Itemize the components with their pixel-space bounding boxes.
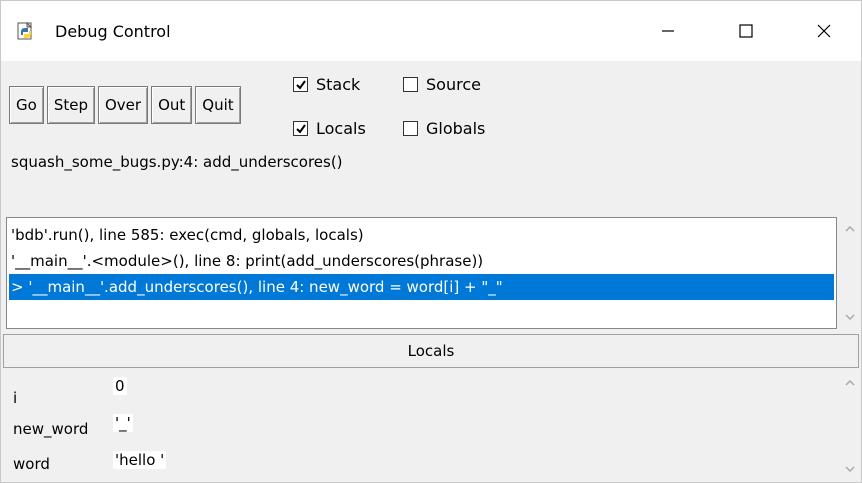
local-variable-name: word <box>13 455 50 473</box>
window-title: Debug Control <box>55 22 171 41</box>
debug-control-window: Debug Control Go Step Over Out Quit Stac… <box>0 0 862 483</box>
locals-scrollbar[interactable] <box>839 369 861 482</box>
local-variable-value: 0 <box>113 377 127 395</box>
go-button[interactable]: Go <box>9 86 44 124</box>
out-button[interactable]: Out <box>151 86 193 124</box>
stack-scrollbar[interactable] <box>839 217 861 329</box>
stack-frame-row[interactable]: 'bdb'.run(), line 585: exec(cmd, globals… <box>9 222 834 248</box>
debug-toolbar: Go Step Over Out Quit Stack Source Local… <box>1 61 861 201</box>
control-buttons: Go Step Over Out Quit <box>9 86 244 124</box>
current-location-status: squash_some_bugs.py:4: add_underscores() <box>11 153 343 171</box>
local-variable-value: 'hello ' <box>113 451 167 469</box>
checkbox-box[interactable] <box>403 120 418 136</box>
globals-checkbox[interactable]: Globals <box>403 119 485 138</box>
checkbox-box[interactable] <box>293 76 308 92</box>
title-bar[interactable]: Debug Control <box>1 1 861 61</box>
quit-button[interactable]: Quit <box>195 86 241 124</box>
source-checkbox[interactable]: Source <box>403 75 481 94</box>
stack-frame-row-selected[interactable]: > '__main__'.add_underscores(), line 4: … <box>9 274 834 300</box>
view-checkboxes: Stack Source Locals Globals <box>293 69 503 157</box>
minimize-button[interactable] <box>637 1 699 61</box>
scroll-up-icon[interactable] <box>844 377 856 389</box>
local-variable-value: '_' <box>113 414 133 432</box>
locals-checkbox[interactable]: Locals <box>293 119 385 138</box>
checkbox-row-1: Stack Source <box>293 69 503 99</box>
step-button[interactable]: Step <box>46 86 95 124</box>
scroll-up-icon[interactable] <box>844 223 856 235</box>
local-variable-name: new_word <box>13 420 89 438</box>
local-variable-name: i <box>13 389 18 407</box>
locals-header: Locals <box>3 334 859 368</box>
checkmark-icon <box>296 79 306 90</box>
checkbox-box[interactable] <box>293 120 308 136</box>
stack-frame-row[interactable]: '__main__'.<module>(), line 8: print(add… <box>9 248 834 274</box>
maximize-button[interactable] <box>715 1 777 61</box>
python-app-icon <box>15 21 37 43</box>
locals-panel: i 0 new_word '_' word 'hello ' <box>3 369 839 482</box>
stack-listbox[interactable]: 'bdb'.run(), line 585: exec(cmd, globals… <box>6 217 837 329</box>
close-icon <box>817 24 831 38</box>
stack-checkbox[interactable]: Stack <box>293 75 385 94</box>
over-button[interactable]: Over <box>97 86 149 124</box>
checkmark-icon <box>296 123 306 134</box>
scroll-down-icon[interactable] <box>844 311 856 323</box>
source-checkbox-label: Source <box>426 74 481 94</box>
checkbox-row-2: Locals Globals <box>293 113 503 143</box>
locals-checkbox-label: Locals <box>316 118 366 138</box>
checkbox-box[interactable] <box>403 76 418 92</box>
globals-checkbox-label: Globals <box>426 118 486 138</box>
stack-checkbox-label: Stack <box>316 74 361 94</box>
minimize-icon <box>662 30 674 32</box>
maximize-icon <box>739 24 753 38</box>
close-button[interactable] <box>793 1 855 61</box>
scroll-down-icon[interactable] <box>844 463 856 475</box>
